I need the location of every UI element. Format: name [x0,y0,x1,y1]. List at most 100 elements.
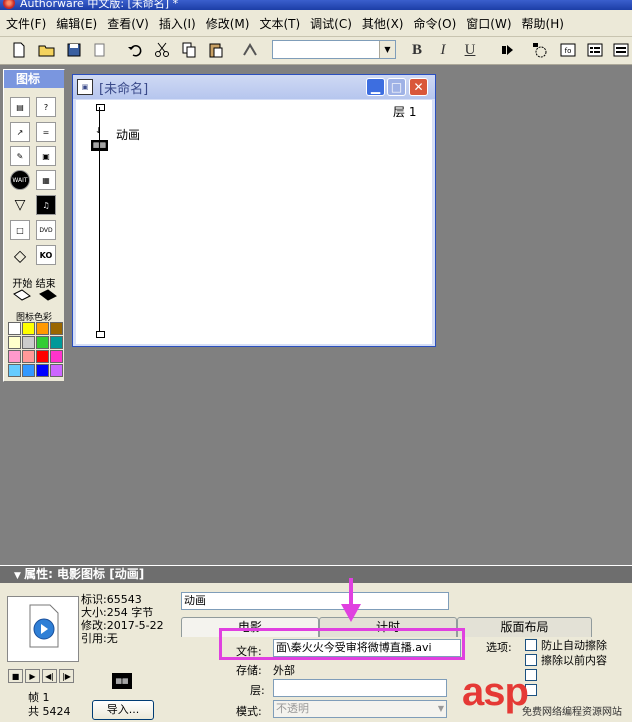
erase-previous-checkbox[interactable] [525,654,537,666]
svg-text:fo: fo [565,47,572,55]
menu-window[interactable]: 窗口(W) [460,15,511,32]
stop-button[interactable]: ■ [8,669,23,683]
info-ref: 引用:无 [81,632,118,645]
menu-xtras[interactable]: 其他(X) [356,15,404,32]
movie-icon-small: ▦▦ [112,673,132,689]
display-icon[interactable]: ▤ [10,97,30,117]
color-swatch[interactable] [8,336,21,349]
storage-label: 存储: [236,664,262,677]
color-swatch[interactable] [22,322,35,335]
navigate-icon[interactable]: ▽ [10,195,30,215]
italic-button[interactable]: I [433,40,453,60]
framework-icon[interactable]: □ [10,220,30,240]
underline-button[interactable]: U [460,40,480,60]
file-field-highlight [219,628,465,660]
map-icon[interactable]: ▣ [36,146,56,166]
erase-icon[interactable]: ✎ [10,146,30,166]
menu-file[interactable]: 文件(F) [0,15,46,32]
copy-icon[interactable] [179,40,199,60]
layer-field[interactable] [273,679,447,697]
color-swatch[interactable] [50,350,63,363]
wait-icon[interactable]: WAIT [10,170,30,190]
flag-row [12,288,58,306]
watermark-logo: asp [462,670,529,714]
chevron-down-icon[interactable]: ▼ [379,41,395,58]
total-frames-label: 共 5424 [28,705,71,718]
color-swatches [8,322,64,377]
maximize-button[interactable]: □ [387,78,406,96]
info-modified: 修改:2017-5-22 [81,619,164,632]
save-all-icon[interactable] [64,40,84,60]
undo-icon[interactable] [125,40,145,60]
color-swatch[interactable] [50,322,63,335]
movie-info: 标识:65543 大小:254 字节 修改:2017-5-22 引用:无 [81,593,164,645]
color-swatch[interactable] [8,322,21,335]
collapse-triangle-icon[interactable]: ▼ [14,571,24,581]
color-swatch[interactable] [36,350,49,363]
icon-name-field[interactable]: 动画 [181,592,449,610]
import-button[interactable]: 导入... [92,700,154,720]
paste-icon[interactable] [206,40,226,60]
font-style-combo[interactable]: ▼ [272,40,396,59]
calculation-icon[interactable]: = [36,122,56,142]
menu-modify[interactable]: 修改(M) [200,15,250,32]
options-label: 选项: [486,641,512,654]
digital-movie-icon[interactable]: ▦▦ [91,140,108,151]
start-flag-icon[interactable] [12,288,32,306]
media-file-icon [29,604,59,648]
flowline-canvas[interactable]: ↓ ▦▦ 动画 层 1 [76,100,432,344]
interaction-icon[interactable]: ? [36,97,56,117]
color-swatch[interactable] [50,336,63,349]
color-swatch[interactable] [8,350,21,363]
import-icon[interactable] [89,40,109,60]
end-flag-icon[interactable] [38,288,58,306]
step-back-button[interactable]: ◀| [42,669,57,683]
menu-insert[interactable]: 插入(I) [153,15,196,32]
open-folder-icon[interactable] [37,40,57,60]
mode-select[interactable]: 不透明 ▼ [273,700,447,718]
control-panel-icon[interactable] [530,40,550,60]
menu-bar: 文件(F) 编辑(E) 查看(V) 插入(I) 修改(M) 文本(T) 调试(C… [0,10,632,37]
tab-layout[interactable]: 版面布局 [457,617,592,637]
knowledge-objects-icon[interactable] [611,40,631,60]
color-swatch[interactable] [22,364,35,377]
flow-icon-label[interactable]: 动画 [116,126,140,143]
new-file-icon[interactable] [9,40,29,60]
prevent-auto-erase-label: 防止自动擦除 [541,639,607,652]
menu-edit[interactable]: 编辑(E) [50,15,97,32]
motion-icon[interactable]: ↗ [10,122,30,142]
color-swatch[interactable] [8,364,21,377]
color-swatch[interactable] [36,364,49,377]
menu-commands[interactable]: 命令(O) [407,15,456,32]
step-forward-button[interactable]: |▶ [59,669,74,683]
menu-debug[interactable]: 调试(C) [304,15,352,32]
color-swatch[interactable] [22,350,35,363]
color-swatch[interactable] [36,322,49,335]
variables-icon[interactable] [585,40,605,60]
knowledge-object-icon[interactable]: KO [36,245,56,265]
bold-button[interactable]: B [407,40,427,60]
cut-icon[interactable] [152,40,172,60]
properties-title[interactable]: ▼ 属性: 电影图标 [动画] [0,566,632,583]
minimize-button[interactable]: ▁ [366,78,385,96]
functions-icon[interactable]: fo [558,40,578,60]
digital-movie-icon[interactable]: ▦ [36,170,56,190]
decision-icon[interactable]: ◇ [10,245,30,265]
close-button[interactable]: ✕ [409,78,428,96]
menu-help[interactable]: 帮助(H) [516,15,564,32]
prevent-auto-erase-checkbox[interactable] [525,639,537,651]
sound-icon[interactable]: ♫ [36,195,56,215]
dvd-icon[interactable]: DVD [36,220,56,240]
play-button[interactable]: ▶ [25,669,40,683]
main-toolbar: ▼ B I U fo [0,37,632,65]
palette-title: 图标 [4,70,64,88]
info-id: 标识:65543 [81,593,142,606]
flowline-start-node [96,104,105,111]
find-icon[interactable] [240,40,260,60]
menu-text[interactable]: 文本(T) [253,15,300,32]
color-swatch[interactable] [36,336,49,349]
color-swatch[interactable] [50,364,63,377]
color-swatch[interactable] [22,336,35,349]
run-icon[interactable] [498,40,518,60]
menu-view[interactable]: 查看(V) [101,15,149,32]
